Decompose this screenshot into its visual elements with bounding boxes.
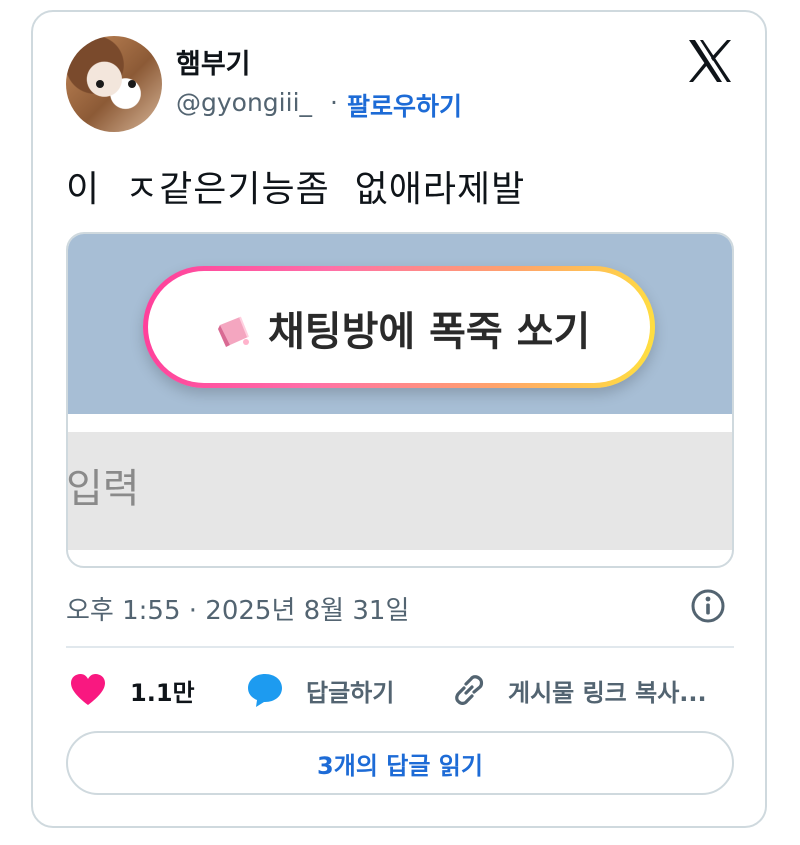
avatar-eye [96,80,104,88]
reply-label: 답글하기 [306,678,395,707]
avatar-eye [128,80,136,88]
info-icon[interactable] [690,588,726,624]
separator-dot: · [330,88,338,117]
read-replies-label: 3개의 답글 읽기 [317,751,483,780]
copy-link-button[interactable]: 게시물 링크 복사... [452,670,707,710]
speech-bubble-icon [248,674,282,707]
copy-link-label: 게시물 링크 복사... [508,678,707,707]
heart-icon [71,674,105,705]
like-count: 1.1만 [130,678,195,707]
media-gap [68,414,732,432]
follow-button[interactable]: 팔로우하기 [347,87,462,123]
input-hint-text: 입력 [66,466,140,512]
firecracker-button: 채팅방에 폭죽 쏘기 [148,271,650,383]
reply-button[interactable]: 답글하기 [246,670,394,710]
tweet-media-image[interactable]: 입력 채팅방에 폭죽 쏘기 [66,232,734,568]
firecracker-icon [218,316,249,347]
media-input-area: 입력 [68,432,732,550]
author-handle[interactable]: @gyongiii_ [176,88,312,117]
like-button[interactable]: 1.1만 [70,670,195,710]
avatar[interactable] [66,36,162,132]
x-logo-icon[interactable] [686,38,734,84]
divider [66,646,734,648]
tweet-text: 이 ㅈ같은기능좀 없애라제발 [66,169,526,210]
firecracker-button-outline: 채팅방에 폭죽 쏘기 [143,266,655,388]
read-replies-button[interactable]: 3개의 답글 읽기 [66,731,734,795]
firecracker-button-label: 채팅방에 폭죽 쏘기 [268,309,591,355]
tweet-timestamp[interactable]: 오후 1:55 · 2025년 8월 31일 [66,590,409,627]
author-display-name[interactable]: 햄부기 [176,42,251,81]
link-icon [455,675,484,705]
